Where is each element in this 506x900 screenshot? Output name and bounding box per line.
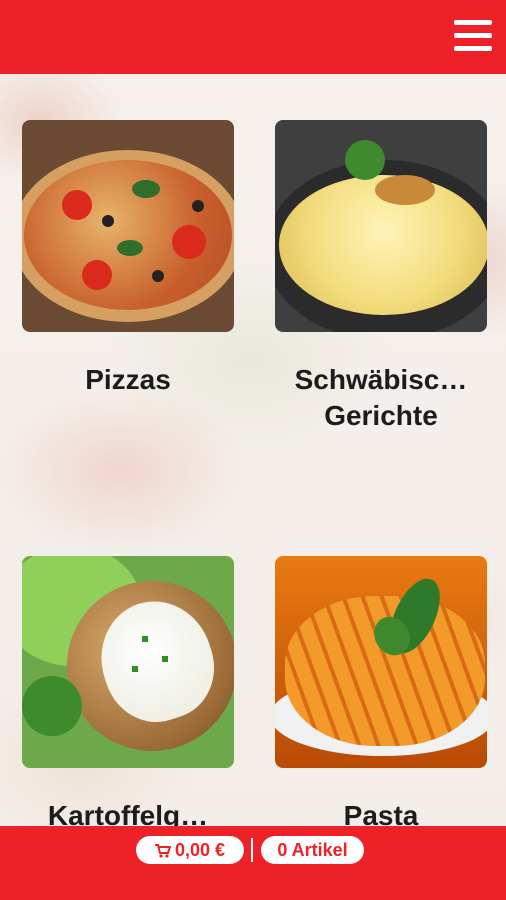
category-label: Pizzas [85,364,171,395]
penne-pasta-image [275,556,487,768]
spaetzle-image [275,120,487,332]
category-tile-schwaebische-gerichte[interactable]: Schwäbisc… Gerichte [275,120,487,434]
cart-icon [154,844,171,858]
baked-potato-image [22,556,234,768]
cart-footer: 0,00 € 0 Artikel [0,826,506,900]
pizza-image [22,120,234,332]
cart-items-button[interactable]: 0 Artikel [261,836,364,864]
hamburger-menu-icon[interactable] [454,20,492,54]
cart-items-count: 0 Artikel [277,840,348,860]
category-label: Schwäbisc… Gerichte [294,364,468,431]
app-header [0,0,506,74]
footer-divider [251,838,253,862]
category-tile-pasta[interactable]: Pasta [275,556,487,834]
category-tile-kartoffelgerichte[interactable]: Kartoffelg… [22,556,234,834]
cart-total-value: 0,00 € [174,840,226,860]
category-tile-pizzas[interactable]: Pizzas [22,120,234,398]
cart-total-button[interactable]: 0,00 € [136,836,244,864]
